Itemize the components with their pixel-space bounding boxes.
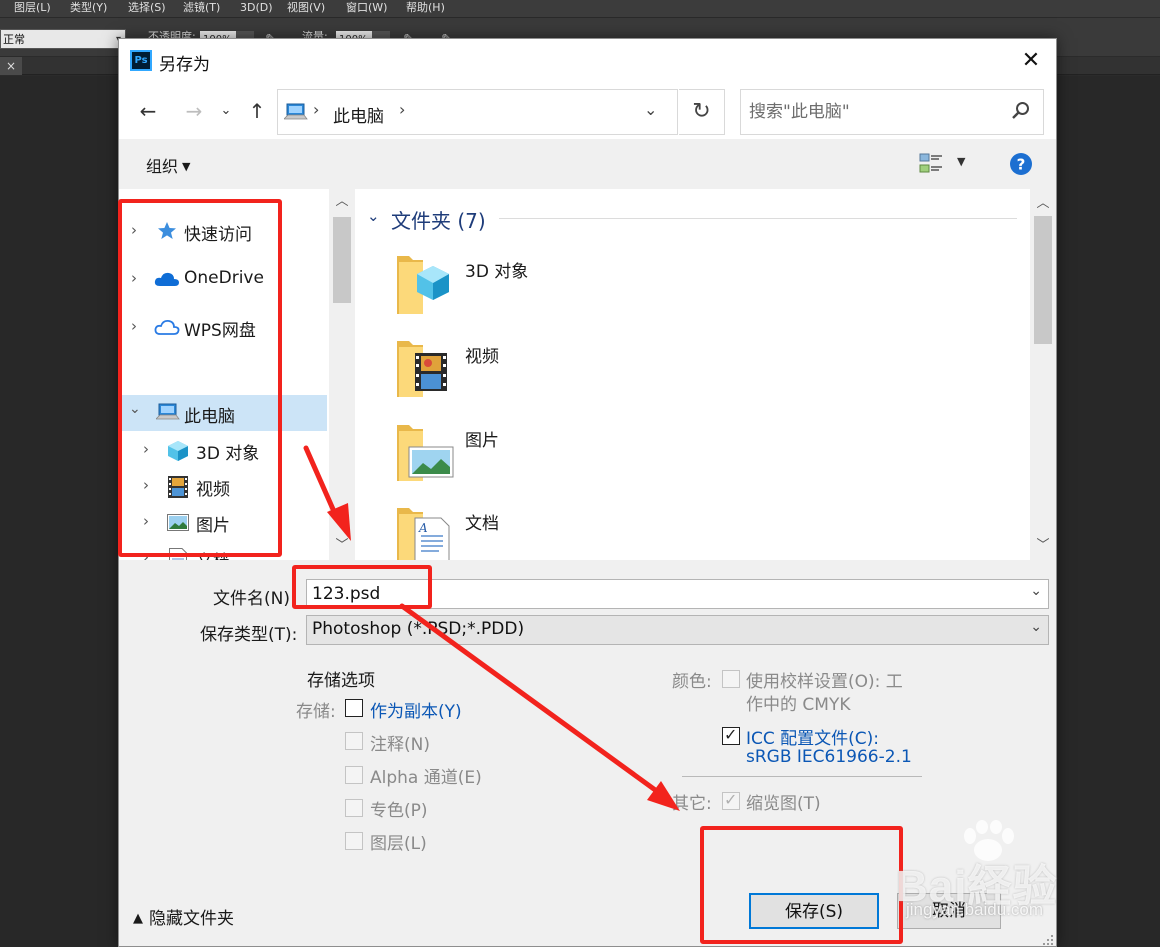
annotation-arrow-shaft bbox=[303, 445, 339, 519]
annotation-arrows bbox=[303, 445, 680, 811]
annotation-arrow-shaft bbox=[399, 603, 661, 795]
